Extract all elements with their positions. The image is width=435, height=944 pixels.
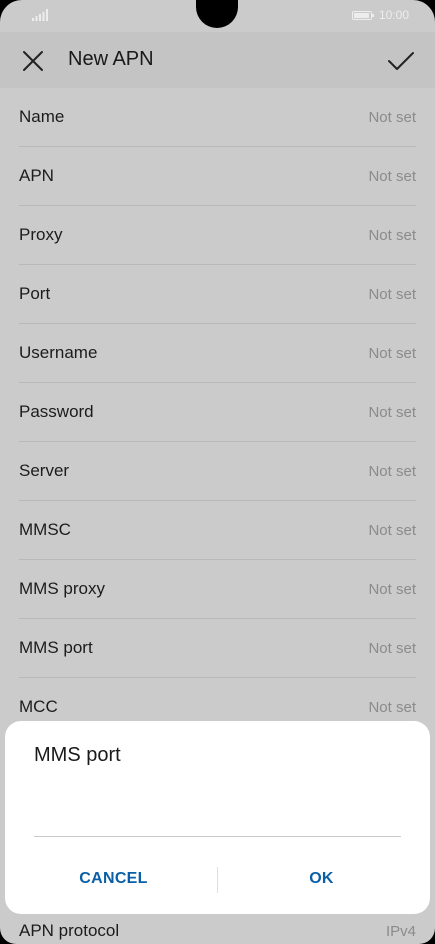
ok-button[interactable]: OK <box>223 861 420 897</box>
setting-value: Not set <box>368 168 416 185</box>
battery-icon <box>352 11 374 20</box>
setting-row-apn[interactable]: APN Not set <box>19 147 416 206</box>
apn-settings-list: Name Not set APN Not set Proxy Not set P… <box>0 88 435 737</box>
status-bar: 10:00 <box>0 0 435 32</box>
setting-row-proxy[interactable]: Proxy Not set <box>19 206 416 265</box>
mms-port-dialog: MMS port CANCEL OK <box>5 721 430 914</box>
setting-label: MMS port <box>19 638 93 657</box>
setting-label: APN <box>19 166 54 185</box>
setting-label: Username <box>19 343 98 362</box>
setting-value: Not set <box>368 286 416 303</box>
screen: 10:00 New APN Name Not set APN Not set P… <box>0 0 435 944</box>
setting-row-mmsc[interactable]: MMSC Not set <box>19 501 416 560</box>
setting-label: Port <box>19 284 51 303</box>
setting-label: APN protocol <box>19 921 120 940</box>
setting-value: Not set <box>368 699 416 716</box>
checkmark-icon[interactable] <box>385 46 417 76</box>
page-title: New APN <box>68 48 154 70</box>
mms-port-input[interactable] <box>34 801 401 837</box>
setting-value: IPv4 <box>385 923 416 940</box>
setting-row-apn-protocol[interactable]: APN protocol IPv4 <box>19 914 416 944</box>
setting-label: MMS proxy <box>19 579 105 598</box>
setting-row-port[interactable]: Port Not set <box>19 265 416 324</box>
setting-value: Not set <box>368 463 416 480</box>
setting-row-server[interactable]: Server Not set <box>19 442 416 501</box>
setting-label: MMSC <box>19 520 71 539</box>
setting-label: Name <box>19 107 65 126</box>
dialog-title: MMS port <box>34 744 121 766</box>
button-divider <box>217 867 218 893</box>
setting-value: Not set <box>368 345 416 362</box>
setting-row-name[interactable]: Name Not set <box>19 88 416 147</box>
close-icon[interactable] <box>18 46 48 76</box>
cancel-button[interactable]: CANCEL <box>15 861 212 897</box>
status-time: 10:00 <box>379 8 410 22</box>
camera-notch <box>196 0 238 28</box>
setting-value: Not set <box>368 404 416 421</box>
setting-value: Not set <box>368 640 416 657</box>
setting-row-mms-port[interactable]: MMS port Not set <box>19 619 416 678</box>
setting-label: Password <box>19 402 94 421</box>
signal-icon <box>32 9 48 21</box>
setting-row-mms-proxy[interactable]: MMS proxy Not set <box>19 560 416 619</box>
setting-label: Proxy <box>19 225 63 244</box>
setting-value: Not set <box>368 109 416 126</box>
setting-value: Not set <box>368 581 416 598</box>
setting-label: MCC <box>19 697 58 716</box>
setting-row-password[interactable]: Password Not set <box>19 383 416 442</box>
setting-value: Not set <box>368 227 416 244</box>
setting-value: Not set <box>368 522 416 539</box>
setting-label: Server <box>19 461 70 480</box>
app-bar: New APN <box>0 32 435 88</box>
setting-row-username[interactable]: Username Not set <box>19 324 416 383</box>
